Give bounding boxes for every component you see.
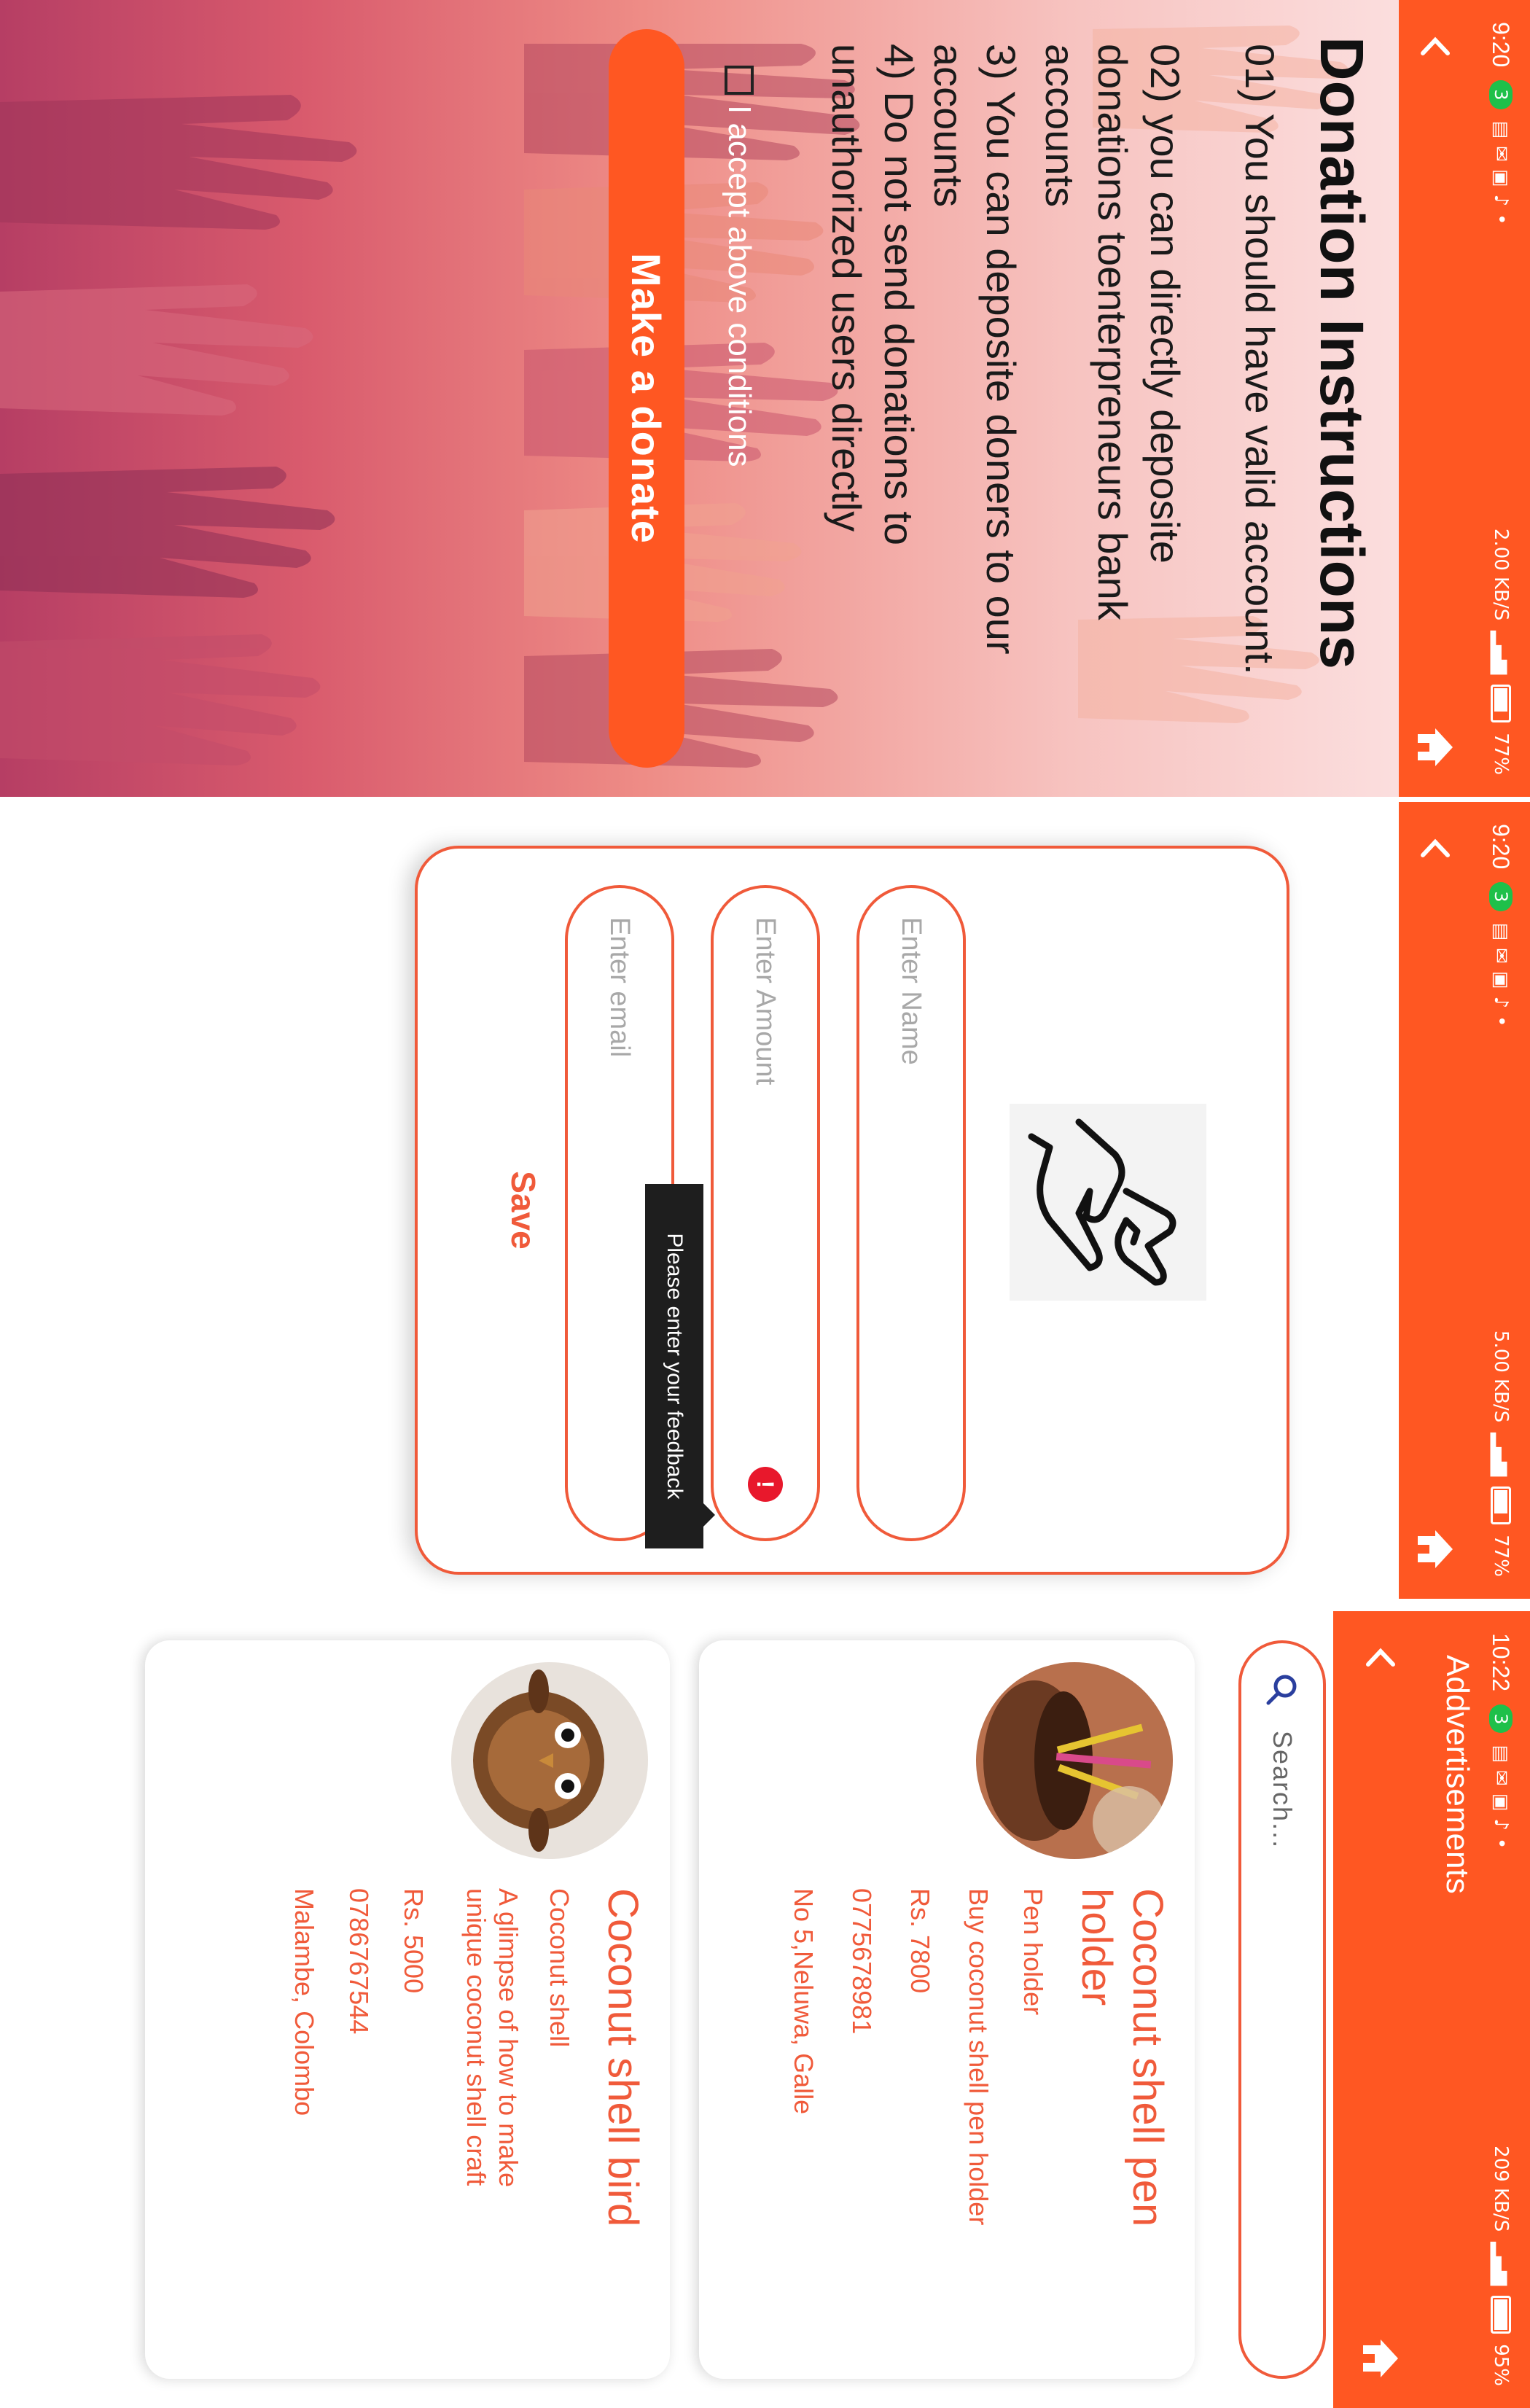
page-title: Addvertisements [1440,1655,1475,1894]
instruction-item: 3) You can deposite doners to our accoun… [926,44,1024,655]
wifi-badge: 3 [1489,882,1513,911]
instruction-item: 4) Do not send donations to unauthorized… [824,44,922,546]
app-bar [1399,802,1472,1599]
status-bar: 9:20 3 ▤✉▣♪• 2.00 KB/S ▂▄▆ 77% [1472,0,1530,797]
app-bar [1399,0,1472,797]
network-speed: 209 KB/S [1490,2146,1512,2232]
error-icon: ! [748,1467,783,1502]
wifi-badge: 3 [1489,80,1513,109]
notification-icons: ▤✉▣♪• [1490,1745,1512,1857]
status-time: 9:20 [1488,824,1515,870]
app-bar [1340,1611,1421,2408]
accept-checkbox[interactable] [725,66,754,95]
ad-price: Rs. 7800 [905,1888,935,1994]
battery-level: 77% [1490,733,1512,775]
battery-icon [1491,2296,1511,2334]
coconut-bird-image [451,1662,648,1859]
giving-hands-icon [1010,1104,1206,1301]
status-bar: 9:20 3 ▤✉▣♪• 5.00 KB/S ▂▄▆ 77% [1472,802,1530,1599]
wifi-badge: 3 [1489,1704,1513,1734]
error-tooltip: Please enter your feedback [645,1184,703,1548]
donation-instructions-screen: 9:20 3 ▤✉▣♪• 2.00 KB/S ▂▄▆ 77% Donation … [0,0,1530,797]
ad-description: A glimpse of how to make unique coconut … [461,1888,523,2188]
signal-icon: ▂▄▆ [1490,631,1512,675]
raised-hands-illustration [0,26,1348,768]
home-icon[interactable] [1357,2335,1404,2382]
battery-level: 77% [1490,1535,1512,1577]
ad-title: Coconut shell pen holder [1073,1888,1171,2227]
network-speed: 2.00 KB/S [1490,528,1512,621]
make-donate-button[interactable]: Make a donate [609,29,684,768]
save-button[interactable]: Save [504,849,543,1572]
ad-title: Coconut shell bird [599,1888,647,2227]
donation-form-screen: 9:20 3 ▤✉▣♪• 5.00 KB/S ▂▄▆ 77% Enter Nam… [0,802,1530,1599]
back-chevron-icon[interactable] [1413,26,1457,70]
ad-price: Rs. 5000 [399,1888,429,1994]
ad-phone: 0775678981 [847,1888,877,2035]
ad-card[interactable]: Coconut shell bird Coconut shell A glimp… [145,1640,670,2379]
instruction-item: 01) You should have valid account. [1237,44,1283,675]
donation-form-card: Enter Name Enter Amount ! Enter email Pl… [415,846,1289,1575]
pen-holder-image [976,1662,1173,1859]
battery-level: 95% [1490,2344,1512,2386]
signal-icon: ▂▄▆ [1490,1433,1512,1477]
name-placeholder: Enter Name [896,917,927,1065]
instruction-item: 02) you can directly deposite donations … [1037,44,1188,620]
ad-address: No 5,Neluwa, Galle [789,1888,819,2115]
ad-address: Malambe, Colombo [289,1888,319,2116]
ad-card[interactable]: Coconut shell pen holder Pen holder Buy … [699,1640,1195,2379]
status-bar: 10:22 3 ▤✉▣♪• 209 KB/S ▂▄▆ 95% [1472,1611,1530,2408]
search-icon [1266,1675,1297,1705]
home-icon[interactable] [1412,1526,1459,1573]
network-speed: 5.00 KB/S [1490,1330,1512,1423]
search-placeholder: Search... [1268,1731,1297,1850]
back-chevron-icon[interactable] [1359,1637,1402,1681]
name-field[interactable]: Enter Name [856,885,966,1541]
notification-icons: ▤✉▣♪• [1490,922,1512,1034]
status-time: 9:20 [1488,22,1515,68]
ad-category: Coconut shell [545,1888,574,2048]
ad-category: Pen holder [1018,1888,1048,2016]
amount-field[interactable]: Enter Amount ! [711,885,820,1541]
accept-conditions-row[interactable]: I accept above conditions [721,66,757,467]
battery-icon [1491,1487,1511,1525]
accept-label: I accept above conditions [722,105,757,467]
status-time: 10:22 [1488,1633,1515,1692]
email-placeholder: Enter email [604,917,636,1058]
search-input[interactable]: Search... [1238,1640,1326,2379]
page-title: Donation Instructions [1308,36,1376,669]
ad-description: Buy coconut shell pen holder [964,1888,994,2226]
notification-icons: ▤✉▣♪• [1490,120,1512,233]
home-icon[interactable] [1412,724,1459,771]
amount-placeholder: Enter Amount [750,917,781,1086]
advertisements-screen: 10:22 3 ▤✉▣♪• 209 KB/S ▂▄▆ 95% Addvertis… [0,1611,1530,2408]
back-chevron-icon[interactable] [1413,828,1457,872]
signal-icon: ▂▄▆ [1490,2242,1512,2286]
battery-icon [1491,685,1511,723]
ad-phone: 0786767544 [344,1888,374,2035]
